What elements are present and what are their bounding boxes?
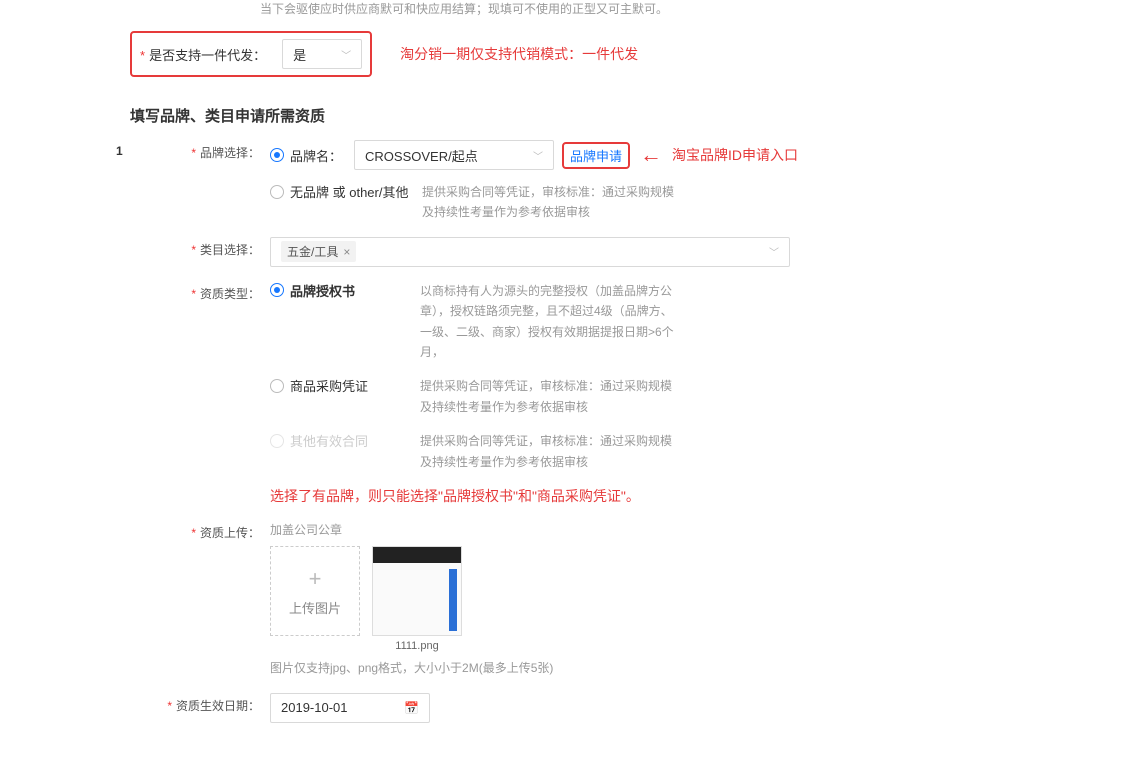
- effective-date-row: 资质生效日期： 2019-10-01 📅: [130, 693, 1004, 723]
- brand-apply-link[interactable]: 品牌申请: [570, 149, 622, 164]
- qualification-upload-label: 资质上传：: [191, 526, 260, 540]
- qual-option-1-helper: 提供采购合同等凭证，审核标准：通过采购规模及持续性考量作为参考依据审核: [420, 376, 680, 417]
- qualification-type-label: 资质类型：: [191, 287, 260, 301]
- truncated-top-text: 当下会驱使应时供应商默可和快应用结算；现填可不使用的正型又可主默可。: [130, 0, 1004, 17]
- calendar-icon: 📅: [404, 701, 419, 715]
- qual-option-other-contract: 其他有效合同: [270, 431, 368, 450]
- support-dropshipping-select[interactable]: 是 ﹀: [282, 39, 362, 69]
- brand-select-row: 1 品牌选择： 品牌名： CROSSOVER/起点 ﹀ 品牌申请 ← 淘宝品牌I…: [130, 140, 1004, 223]
- brand-apply-highlight: 品牌申请: [562, 142, 630, 169]
- support-dropshipping-row: 是否支持一件代发： 是 ﹀ 淘分销一期仅支持代销模式：一件代发: [130, 31, 1004, 77]
- radio-unchecked-icon: [270, 185, 284, 199]
- brand-name-select-value: CROSSOVER/起点: [365, 146, 478, 165]
- arrow-left-icon: ←: [640, 142, 662, 168]
- chevron-down-icon: ﹀: [341, 47, 351, 62]
- qual-option-1-name: 商品采购凭证: [290, 376, 368, 395]
- uploaded-thumb-name: 1111.png: [372, 640, 462, 652]
- brand-select-label: 品牌选择：: [191, 146, 260, 160]
- chevron-down-icon: ﹀: [769, 244, 779, 259]
- category-tag: 五金/工具 ×: [281, 241, 356, 262]
- radio-disabled-icon: [270, 434, 284, 448]
- category-select-label: 类目选择：: [191, 243, 260, 257]
- brand-index-badge: 1: [116, 144, 123, 158]
- brand-name-radio[interactable]: 品牌名：: [270, 146, 342, 165]
- support-dropshipping-label: 是否支持一件代发：: [140, 45, 266, 64]
- no-brand-radio[interactable]: 无品牌 或 other/其他: [270, 182, 410, 201]
- qual-option-2-helper: 提供采购合同等凭证，审核标准：通过采购规模及持续性考量作为参考依据审核: [420, 431, 680, 472]
- upload-hint: 加盖公司公章: [270, 520, 1004, 540]
- qual-option-purchase-proof[interactable]: 商品采购凭证: [270, 376, 368, 395]
- qualification-upload-row: 资质上传： 加盖公司公章 + 上传图片 1111.png 图片仅支持jpg、pn…: [130, 520, 1004, 679]
- upload-helper: 图片仅支持jpg、png格式，大小小于2M(最多上传5张): [270, 658, 1004, 678]
- support-dropshipping-value: 是: [293, 45, 306, 64]
- effective-date-label: 资质生效日期：: [167, 699, 260, 713]
- brand-name-select[interactable]: CROSSOVER/起点 ﹀: [354, 140, 554, 170]
- uploaded-thumbnail: [372, 546, 462, 636]
- qual-option-2-name: 其他有效合同: [290, 431, 368, 450]
- category-select[interactable]: 五金/工具 × ﹀: [270, 237, 790, 267]
- radio-checked-icon: [270, 283, 284, 297]
- category-tag-text: 五金/工具: [287, 243, 338, 260]
- tag-remove-icon[interactable]: ×: [343, 245, 350, 259]
- no-brand-radio-label: 无品牌 或 other/其他: [290, 182, 408, 201]
- uploaded-thumb-item[interactable]: 1111.png: [372, 546, 462, 652]
- qual-option-brand-auth[interactable]: 品牌授权书: [270, 281, 355, 300]
- chevron-down-icon: ﹀: [533, 148, 543, 163]
- effective-date-value: 2019-10-01: [281, 700, 348, 715]
- no-brand-helper: 提供采购合同等凭证，审核标准：通过采购规模及持续性考量作为参考依据审核: [422, 182, 682, 223]
- brand-apply-annotation: 淘宝品牌ID申请入口: [672, 145, 798, 165]
- plus-icon: +: [309, 566, 322, 592]
- support-dropshipping-annotation: 淘分销一期仅支持代销模式：一件代发: [400, 44, 638, 64]
- radio-unchecked-icon: [270, 379, 284, 393]
- upload-image-button[interactable]: + 上传图片: [270, 546, 360, 636]
- qual-option-0-helper: 以商标持有人为源头的完整授权（加盖品牌方公章），授权链路须完整，且不超过4级（品…: [420, 281, 680, 363]
- effective-date-picker[interactable]: 2019-10-01 📅: [270, 693, 430, 723]
- qual-option-0-name: 品牌授权书: [290, 281, 355, 300]
- support-dropshipping-highlight: 是否支持一件代发： 是 ﹀: [130, 31, 372, 77]
- upload-button-label: 上传图片: [289, 598, 341, 617]
- category-select-row: 类目选择： 五金/工具 × ﹀: [130, 237, 1004, 267]
- section-title-brand-category: 填写品牌、类目申请所需资质: [130, 105, 1004, 126]
- qualification-type-row: 资质类型： 品牌授权书 以商标持有人为源头的完整授权（加盖品牌方公章），授权链路…: [130, 281, 1004, 506]
- brand-select-label-col: 1 品牌选择：: [130, 140, 270, 161]
- brand-name-radio-label: 品牌名：: [290, 146, 342, 165]
- qualification-type-note: 选择了有品牌，则只能选择"品牌授权书"和"商品采购凭证"。: [270, 486, 1004, 506]
- radio-checked-icon: [270, 148, 284, 162]
